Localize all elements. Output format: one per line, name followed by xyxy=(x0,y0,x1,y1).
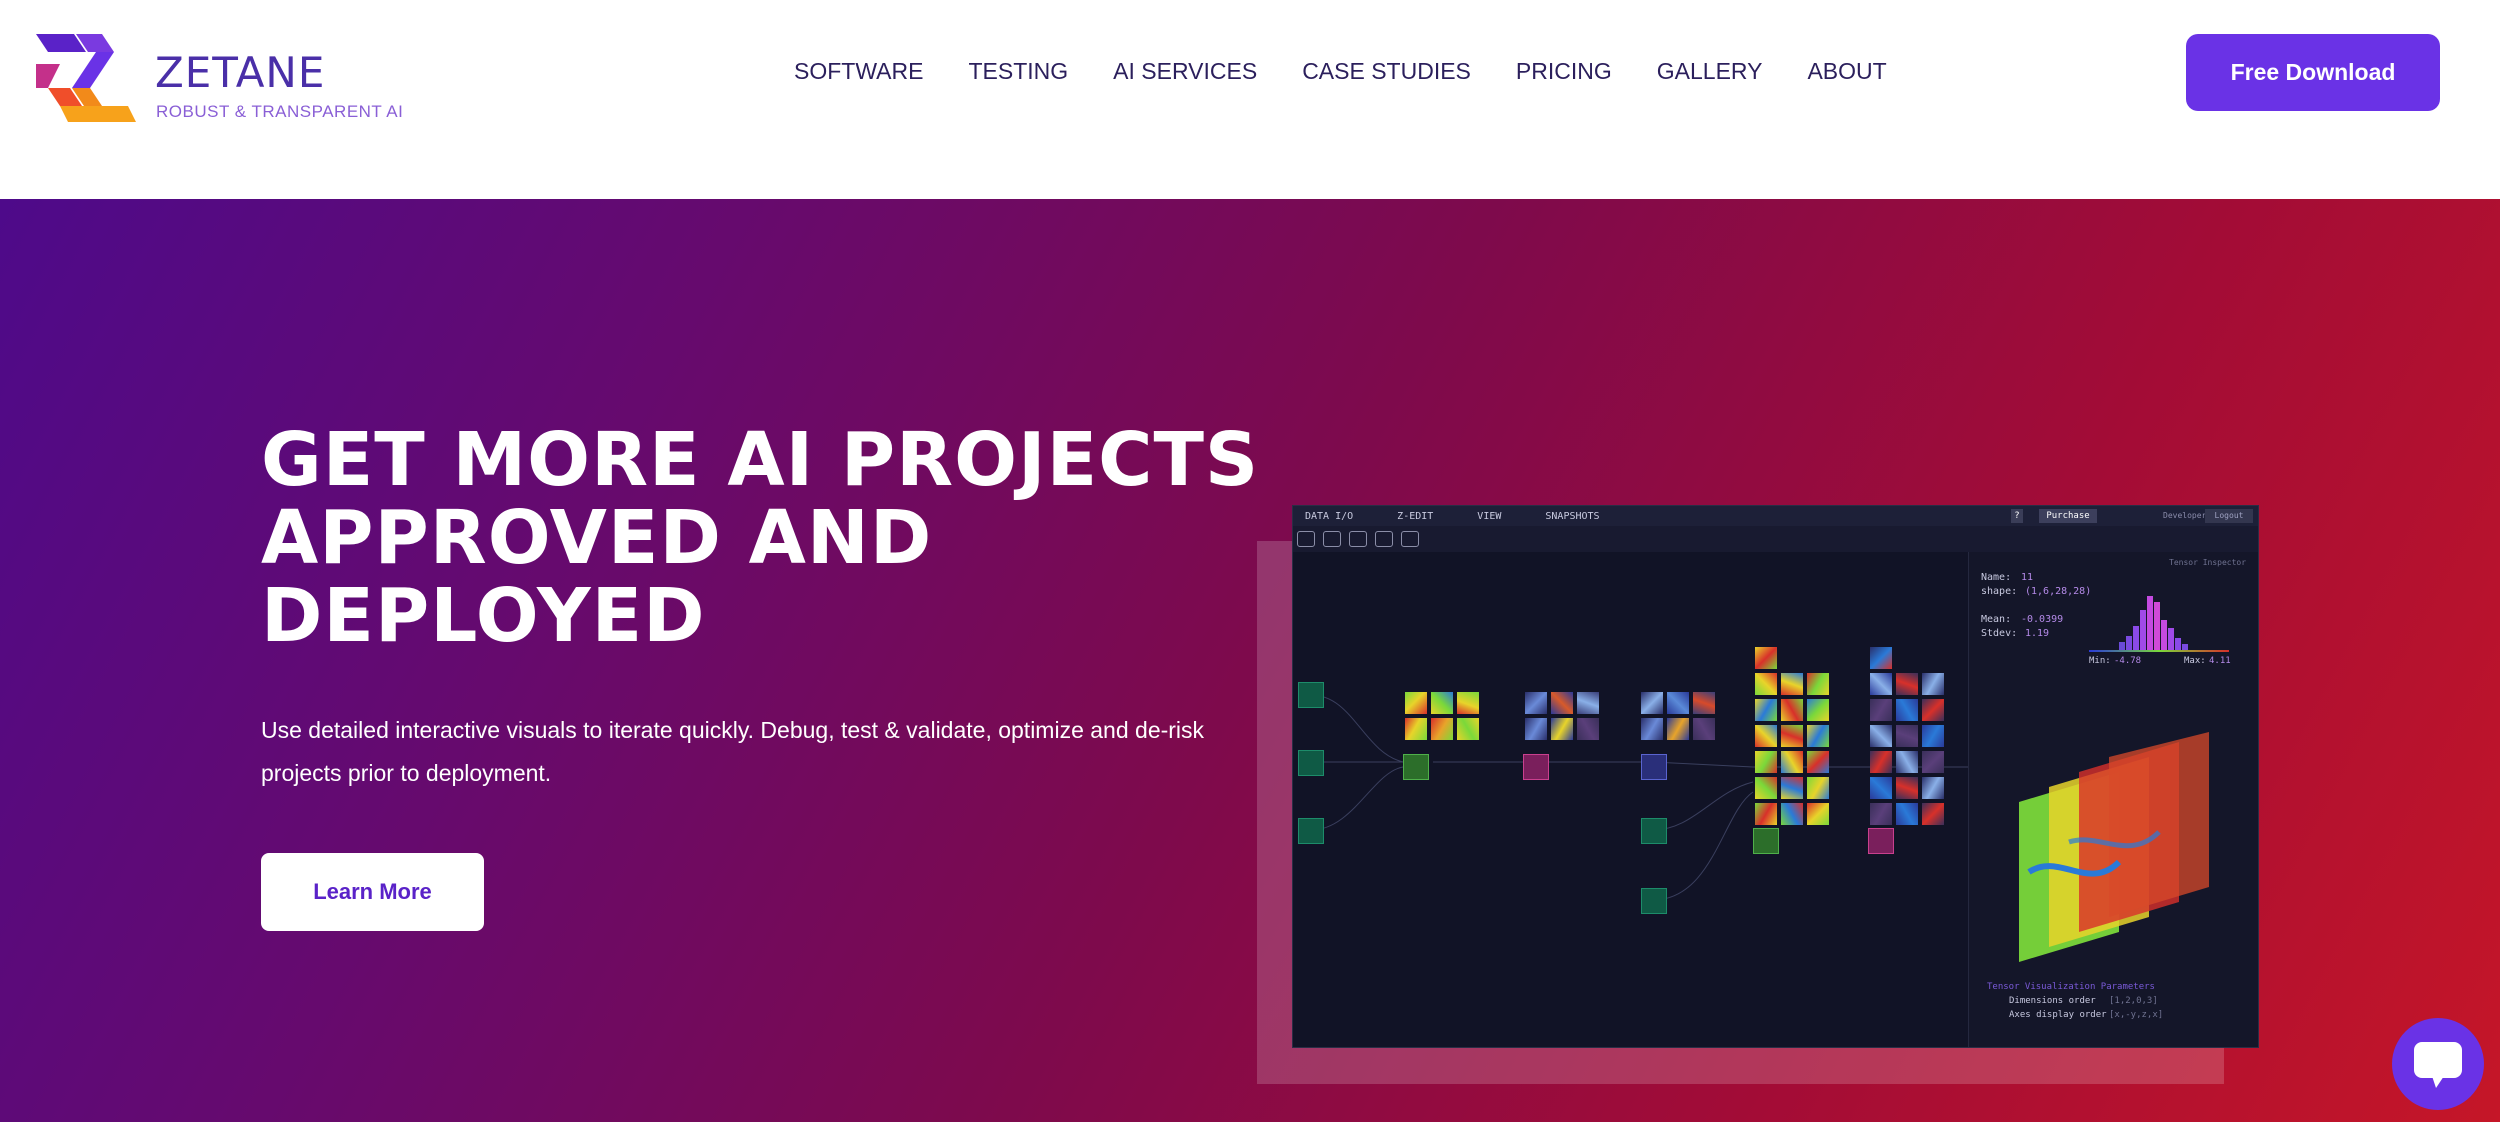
brand-tagline: ROBUST & TRANSPARENT AI xyxy=(156,102,404,121)
app-menubar: DATA I/O Z-EDIT VIEW SNAPSHOTS ? Purchas… xyxy=(1293,506,2258,526)
hero-subtitle: Use detailed interactive visuals to iter… xyxy=(261,717,1205,786)
tensor-name-value: 11 xyxy=(2021,572,2034,583)
relu-node xyxy=(1523,754,1549,780)
nav-item-about[interactable]: ABOUT xyxy=(1807,58,1886,85)
tensor-max-value: 4.11 xyxy=(2209,656,2231,666)
input-node xyxy=(1298,682,1324,708)
viz-params-title: Tensor Visualization Parameters xyxy=(1987,982,2155,992)
learn-more-button[interactable]: Learn More xyxy=(261,853,484,931)
tensor-stdev-label: Stdev: xyxy=(1981,628,2018,639)
tensor-mean-value: -0.0399 xyxy=(2021,614,2064,625)
nav-item-pricing[interactable]: PRICING xyxy=(1516,58,1612,85)
app-preview-screenshot: DATA I/O Z-EDIT VIEW SNAPSHOTS ? Purchas… xyxy=(1292,505,2259,1048)
main-nav: SOFTWARE TESTING AI SERVICES CASE STUDIE… xyxy=(794,58,1932,85)
site-header: ZETANE ROBUST & TRANSPARENT AI SOFTWARE … xyxy=(0,0,2500,199)
tool-icon xyxy=(1401,531,1419,547)
app-purchase-button: Purchase xyxy=(2039,509,2097,523)
maxpool-node xyxy=(1641,754,1667,780)
app-menu-snapshots: SNAPSHOTS xyxy=(1545,510,1600,522)
hero-title: GET MORE AI PROJECTS APPROVED AND DEPLOY… xyxy=(261,417,1260,659)
conv-node xyxy=(1753,828,1779,854)
axes-order-label: Axes display order xyxy=(2009,1010,2107,1020)
relu-node xyxy=(1868,828,1894,854)
tensor-shape-label: shape: xyxy=(1981,586,2018,597)
tool-icon xyxy=(1323,531,1341,547)
tool-icon xyxy=(1375,531,1393,547)
tool-icon xyxy=(1297,531,1315,547)
app-developer-label: Developer xyxy=(2163,511,2207,520)
hero-section: GET MORE AI PROJECTS APPROVED AND DEPLOY… xyxy=(0,199,2500,1122)
chat-launcher-button[interactable] xyxy=(2392,1018,2484,1110)
nav-item-gallery[interactable]: GALLERY xyxy=(1657,58,1763,85)
app-toolbar xyxy=(1293,526,2258,552)
conv-node xyxy=(1403,754,1429,780)
app-help-button: ? xyxy=(2011,509,2023,523)
axes-order-value: [x,-y,z,x] xyxy=(2109,1010,2164,1020)
dim-order-value: [1,2,0,3] xyxy=(2109,996,2158,1006)
app-logout-button: Logout xyxy=(2205,509,2253,523)
tool-icon xyxy=(1349,531,1367,547)
tensor-min-label: Min: xyxy=(2089,656,2111,666)
app-menu-z-edit: Z-EDIT xyxy=(1397,510,1434,522)
model-graph-canvas xyxy=(1293,552,1968,1047)
graph-node xyxy=(1298,750,1324,776)
graph-edges xyxy=(1310,694,1968,901)
dim-order-label: Dimensions order xyxy=(2009,996,2096,1006)
app-menu-data-io: DATA I/O xyxy=(1305,510,1354,522)
tensor-3d-view xyxy=(2019,732,2209,962)
tensor-min-value: -4.78 xyxy=(2114,656,2142,666)
brand-name[interactable]: ZETANE xyxy=(155,48,325,97)
inspector-title: Tensor Inspector xyxy=(2169,558,2247,567)
graph-node xyxy=(1641,818,1667,844)
tensor-stdev-value: 1.19 xyxy=(2025,628,2050,639)
zetane-logo-icon[interactable] xyxy=(36,34,136,122)
graph-node xyxy=(1298,818,1324,844)
nav-item-ai-services[interactable]: AI SERVICES xyxy=(1113,58,1257,85)
nav-item-case-studies[interactable]: CASE STUDIES xyxy=(1302,58,1471,85)
tensor-name-label: Name: xyxy=(1981,572,2012,583)
graph-node xyxy=(1641,888,1667,914)
tensor-mean-label: Mean: xyxy=(1981,614,2012,625)
tensor-shape-value: (1,6,28,28) xyxy=(2025,586,2092,597)
nav-item-testing[interactable]: TESTING xyxy=(968,58,1068,85)
chat-bubble-icon xyxy=(2414,1042,2462,1088)
app-menu-view: VIEW xyxy=(1477,510,1502,522)
nav-item-software[interactable]: SOFTWARE xyxy=(794,58,923,85)
tensor-max-label: Max: xyxy=(2184,656,2206,666)
free-download-button[interactable]: Free Download xyxy=(2186,34,2440,111)
histogram-icon xyxy=(2089,596,2229,652)
tensor-inspector-panel: Tensor Inspector Name: 11 shape: (1,6,28… xyxy=(1968,552,2258,1047)
